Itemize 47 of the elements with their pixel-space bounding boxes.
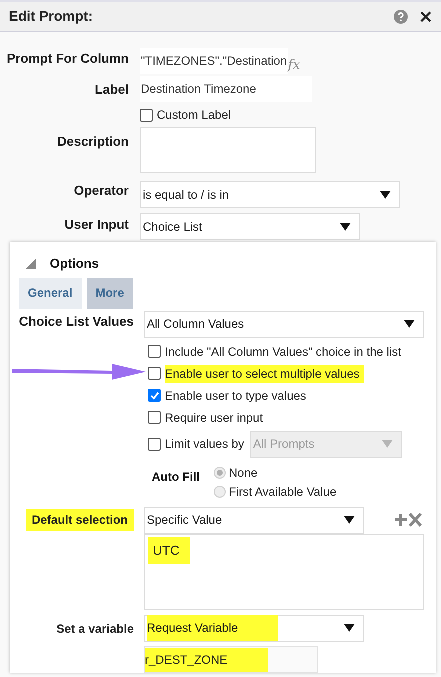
user-input-select[interactable]: Choice List xyxy=(140,213,360,240)
field-label: Set a variable xyxy=(56,620,134,638)
radio-label: First Available Value xyxy=(229,484,337,500)
operator-select[interactable]: is equal to / is in xyxy=(140,181,400,208)
checkbox[interactable] xyxy=(148,411,161,424)
values-source-select[interactable]: All Column Values xyxy=(144,310,424,338)
field-label: Label xyxy=(94,81,129,99)
close-icon[interactable] xyxy=(420,10,432,22)
checkbox-label: Limit values by xyxy=(165,436,244,453)
field-label: Default selection xyxy=(26,508,134,530)
caret-icon xyxy=(340,222,351,230)
field-label: Choice List Values xyxy=(18,312,134,330)
checkbox-label: Custom Label xyxy=(157,107,232,124)
help-icon[interactable] xyxy=(394,10,408,24)
description-field[interactable] xyxy=(140,127,316,173)
window-title: Edit Prompt: xyxy=(9,7,93,26)
checkbox[interactable] xyxy=(140,108,153,122)
field-label: Operator xyxy=(73,182,129,200)
label-input[interactable]: Destination Timezone xyxy=(140,76,312,102)
add-remove-icon[interactable] xyxy=(395,512,423,528)
variable-type-select[interactable]: Request Variable xyxy=(144,614,364,642)
variable-name: r_DEST_ZONE xyxy=(145,648,268,672)
checkbox[interactable] xyxy=(148,345,161,358)
list-value: UTC xyxy=(148,536,190,564)
options-header[interactable]: Options xyxy=(10,254,100,274)
checkbox-label: Enable user to select multiple values xyxy=(165,364,364,382)
values-list[interactable]: UTC xyxy=(144,534,424,610)
column-field: "TIMEZONES"."Destination xyxy=(140,48,288,74)
default-selection-select[interactable]: Specific Value xyxy=(144,506,364,534)
checkbox-label: Require user input xyxy=(165,410,264,426)
radio-label: None xyxy=(229,464,258,482)
caret-icon xyxy=(344,624,355,632)
caret-icon xyxy=(382,440,394,448)
caret-icon xyxy=(344,516,355,524)
tab[interactable]: General xyxy=(19,278,82,308)
checkbox-label: Enable user to type values xyxy=(165,388,308,404)
field-label: User Input xyxy=(64,216,129,234)
field-label: Prompt For Column xyxy=(6,50,129,68)
field-label: Description xyxy=(56,133,129,151)
checkbox-label: Include "All Column Values" choice in the list xyxy=(165,344,402,360)
variable-name-field[interactable]: r_DEST_ZONE xyxy=(144,646,318,672)
checkbox[interactable] xyxy=(148,389,161,402)
collapse-icon xyxy=(26,258,36,269)
field-label: Auto Fill xyxy=(152,468,200,486)
caret-icon xyxy=(404,320,415,328)
caret-icon xyxy=(380,190,391,198)
checkbox[interactable] xyxy=(148,367,161,380)
